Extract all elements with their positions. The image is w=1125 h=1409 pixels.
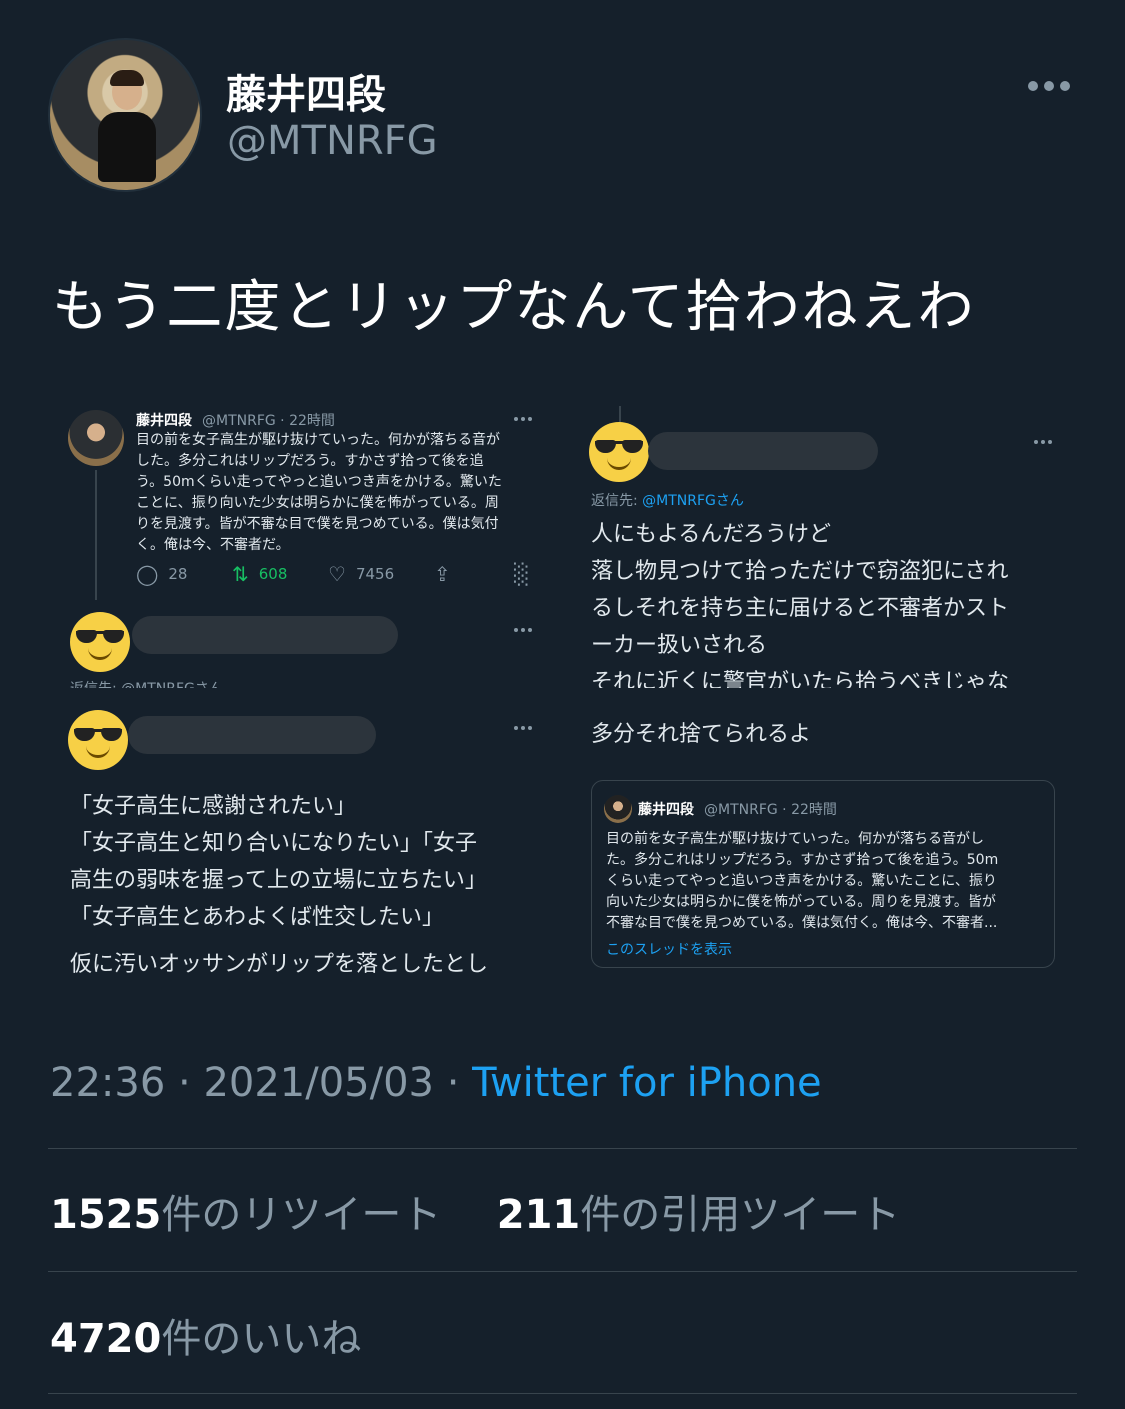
sunglasses-emoji-avatar [589, 422, 649, 482]
author-avatar[interactable] [48, 38, 202, 192]
embedded-quote-card: 藤井四段 @MTNRFG · 22時間 目の前を女子高生が駆け抜けていった。何か… [591, 780, 1055, 968]
analytics-icon: ░ [514, 562, 530, 586]
embedded-more-icon [514, 417, 532, 421]
more-options-icon[interactable] [1028, 78, 1072, 94]
author-handle[interactable]: @MTNRFG [227, 118, 438, 164]
redacted-username [128, 716, 376, 754]
tweet-image-3[interactable]: 「女子高生に感謝されたい」 「女子高生と知り合いになりたい」「女子 高生の弱味を… [52, 702, 555, 992]
share-icon: ⇪ [434, 562, 451, 586]
reply-icon: ◯ [136, 562, 159, 586]
tweet-image-2[interactable]: 返信先: @MTNRFGさん 人にもよるんだろうけど 落し物見つけて拾っただけで… [570, 390, 1073, 688]
embedded-author-meta: @MTNRFG · 22時間 [202, 413, 335, 429]
sunglasses-emoji-avatar [68, 710, 128, 770]
show-thread-link: このスレッドを表示 [606, 942, 732, 958]
embedded-reply-text: 「女子高生に感謝されたい」 「女子高生と知り合いになりたい」「女子 高生の弱味を… [70, 794, 489, 977]
author-display-name[interactable]: 藤井四段 [226, 62, 386, 120]
quote-author-name: 藤井四段 [638, 802, 694, 818]
engagement-stats: 1525件のリツイート 211件の引用ツイート [50, 1182, 900, 1240]
embedded-more-icon [1034, 440, 1052, 444]
retweets-stat[interactable]: 1525件のリツイート [50, 1192, 441, 1238]
tweet-text: もう二度とリップなんて拾わねえわ [52, 275, 976, 340]
embedded-reply-text: 人にもよるんだろうけど 落し物見つけて拾っただけで窃盗犯にされ るしそれを持ち主… [591, 522, 1010, 688]
embedded-avatar [68, 410, 124, 466]
redacted-username [132, 616, 398, 654]
divider [48, 1148, 1077, 1149]
tweet-source-link[interactable]: Twitter for iPhone [472, 1060, 822, 1106]
quotes-stat[interactable]: 211件の引用ツイート [497, 1192, 901, 1238]
tweet-image-1[interactable]: 藤井四段 @MTNRFG · 22時間 目の前を女子高生が駆け抜けていった。何か… [52, 390, 555, 688]
divider [48, 1271, 1077, 1272]
divider [48, 1393, 1077, 1394]
like-icon: ♡ [328, 562, 346, 586]
embedded-author-name: 藤井四段 [136, 413, 192, 429]
quote-avatar [604, 795, 632, 823]
embedded-more-icon [514, 726, 532, 730]
likes-stat[interactable]: 4720件のいいね [50, 1306, 361, 1364]
embedded-reply-text: 多分それ捨てられるよ [591, 722, 812, 747]
redacted-username [648, 432, 878, 470]
embedded-more-icon [514, 628, 532, 632]
embedded-tweet-text: 目の前を女子高生が駆け抜けていった。何かが落ちる音が した。多分これはリップだろ… [136, 432, 502, 553]
embedded-reply-to: 返信先: @MTNRFGさん [591, 493, 744, 509]
quote-text: 目の前を女子高生が駆け抜けていった。何かが落ちる音がし た。多分これはリップだろ… [606, 831, 999, 931]
embedded-reply-to: 返信先: @MTNRFGさん [70, 678, 223, 688]
tweet-image-4[interactable]: 多分それ捨てられるよ 藤井四段 @MTNRFG · 22時間 目の前を女子高生が… [570, 702, 1073, 992]
embedded-actions: ◯ 28 ⇅ 608 ♡ 7456 ⇪ ░ [136, 562, 530, 586]
sunglasses-emoji-avatar [70, 612, 130, 672]
retweet-icon: ⇅ [232, 562, 249, 586]
quote-author-meta: @MTNRFG · 22時間 [704, 802, 837, 818]
tweet-timestamp: 22:36 · 2021/05/03 · Twitter for iPhone [50, 1060, 822, 1106]
